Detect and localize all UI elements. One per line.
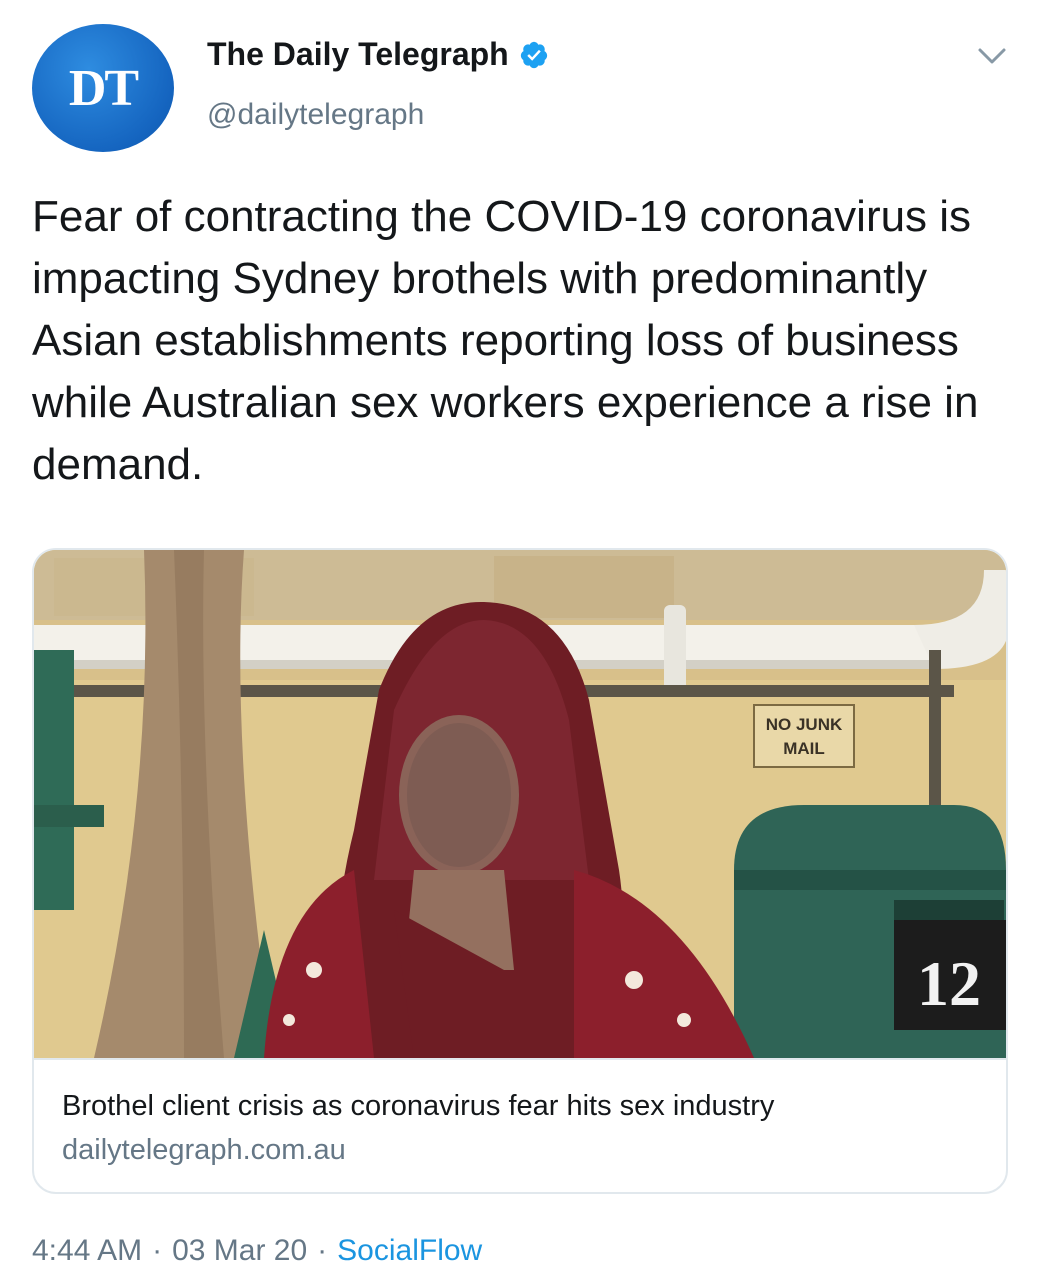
verified-badge-icon xyxy=(519,40,549,70)
sign-line-1: NO JUNK xyxy=(766,715,843,734)
card-photo-illustration: NO JUNK MAIL 12 xyxy=(34,550,1006,1058)
name-row: The Daily Telegraph xyxy=(207,36,549,73)
card-image: NO JUNK MAIL 12 xyxy=(34,550,1006,1058)
tweet-source-link[interactable]: SocialFlow xyxy=(337,1234,482,1268)
sign-line-2: MAIL xyxy=(783,739,825,758)
avatar[interactable]: DT xyxy=(32,24,174,152)
user-handle[interactable]: @dailytelegraph xyxy=(207,98,424,132)
link-card[interactable]: NO JUNK MAIL 12 Brothel client crisis as… xyxy=(32,548,1008,1194)
mailbox-number: 12 xyxy=(917,948,981,1019)
tweet-text: Fear of contracting the COVID-19 coronav… xyxy=(32,192,979,489)
tweet-time[interactable]: 4:44 AM xyxy=(32,1234,142,1268)
card-title[interactable]: Brothel client crisis as coronavirus fea… xyxy=(62,1088,978,1124)
tweet-footer: 4:44 AM · 03 Mar 20 · SocialFlow xyxy=(32,1234,482,1268)
separator-dot: · xyxy=(152,1234,163,1267)
chevron-down-icon[interactable] xyxy=(972,36,1012,76)
card-meta: Brothel client crisis as coronavirus fea… xyxy=(34,1058,1006,1192)
tweet-header: DT The Daily Telegraph @dailytelegraph xyxy=(32,24,1012,159)
tweet-date[interactable]: 03 Mar 20 xyxy=(172,1234,307,1268)
avatar-logo-text: DT xyxy=(68,59,139,117)
separator-dot: · xyxy=(317,1234,328,1267)
display-name[interactable]: The Daily Telegraph xyxy=(207,36,509,73)
card-domain: dailytelegraph.com.au xyxy=(62,1134,346,1166)
